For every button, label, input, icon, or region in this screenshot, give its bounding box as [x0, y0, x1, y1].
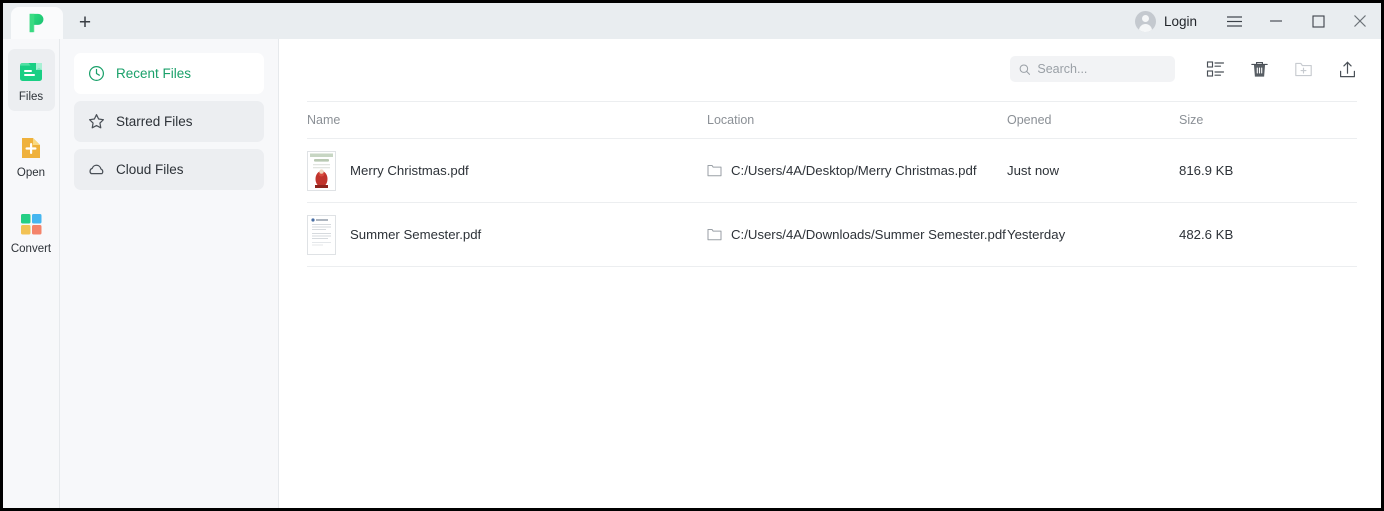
sidebar-item-label: Open [16, 166, 46, 179]
search-icon [1019, 63, 1031, 75]
app-logo-p-icon [29, 13, 44, 33]
files-icon [20, 62, 42, 81]
search-box[interactable] [1010, 56, 1175, 82]
maximize-icon[interactable] [1297, 3, 1339, 39]
tab-home[interactable] [11, 7, 63, 39]
table-header: Name Location Opened Size [307, 101, 1357, 139]
folder-icon [707, 228, 722, 241]
sidebar-item-open[interactable]: Open [8, 125, 55, 187]
nav-item-starred-files[interactable]: Starred Files [74, 101, 264, 142]
sidebar-item-files[interactable]: Files [7, 49, 55, 111]
window-controls: Login [1134, 3, 1381, 39]
nav-item-label: Recent Files [116, 66, 192, 81]
sidebar-item-label: Files [18, 90, 44, 103]
search-input[interactable] [1037, 62, 1166, 76]
column-header-location: Location [707, 113, 755, 127]
nav-item-recent-files[interactable]: Recent Files [74, 53, 264, 94]
close-icon[interactable] [1339, 3, 1381, 39]
nav-item-cloud-files[interactable]: Cloud Files [74, 149, 264, 190]
trash-icon[interactable] [1237, 49, 1281, 89]
sidebar-item-label: Convert [10, 242, 52, 255]
file-location: C:/Users/4A/Downloads/Summer Semester.pd… [731, 227, 1006, 242]
file-opened: Just now [1007, 162, 1060, 178]
list-view-icon[interactable] [1193, 49, 1237, 89]
file-location: C:/Users/4A/Desktop/Merry Christmas.pdf [731, 163, 977, 178]
content-toolbar [279, 39, 1381, 99]
folder-icon [707, 164, 722, 177]
file-name: Merry Christmas.pdf [350, 163, 469, 178]
app-window: + Login Files Open Convert Recent Files … [3, 3, 1381, 508]
login-label: Login [1163, 13, 1197, 29]
hamburger-menu-icon[interactable] [1213, 3, 1255, 39]
title-bar: + Login [3, 3, 1381, 39]
cloud-icon [89, 164, 104, 175]
login-button[interactable]: Login [1134, 10, 1197, 32]
avatar [1134, 10, 1156, 32]
nav-item-label: Cloud Files [116, 162, 184, 177]
main-content: Name Location Opened Size [279, 39, 1381, 508]
christmas-pdf-thumbnail [307, 150, 336, 191]
app-body: Files Open Convert Recent Files Starred … [3, 39, 1381, 508]
column-header-size: Size [1179, 113, 1204, 127]
tab-strip: + [3, 3, 107, 39]
table-row[interactable]: Summer Semester.pdf C:/Users/4A/Download… [307, 203, 1357, 267]
icon-rail: Files Open Convert [3, 39, 60, 508]
convert-grid-icon [21, 213, 42, 234]
upload-icon[interactable] [1325, 49, 1369, 89]
document-pdf-thumbnail [307, 214, 336, 255]
table-row[interactable]: Merry Christmas.pdf C:/Users/4A/Desktop/… [307, 139, 1357, 203]
file-size: 482.6 KB [1179, 226, 1234, 242]
star-icon [89, 114, 104, 129]
file-name: Summer Semester.pdf [350, 227, 482, 242]
open-file-plus-icon [22, 137, 40, 158]
new-tab-button[interactable]: + [63, 7, 107, 39]
minimize-icon[interactable] [1255, 3, 1297, 39]
nav-panel: Recent Files Starred Files Cloud Files [60, 39, 279, 508]
clock-icon [88, 65, 105, 82]
nav-item-label: Starred Files [116, 114, 193, 129]
new-folder-icon[interactable] [1281, 49, 1325, 89]
file-size: 816.9 KB [1179, 162, 1234, 178]
file-opened: Yesterday [1007, 226, 1066, 242]
column-header-opened: Opened [1007, 113, 1052, 127]
file-table: Name Location Opened Size Merry Christma… [279, 101, 1381, 267]
column-header-name: Name [307, 113, 341, 127]
sidebar-item-convert[interactable]: Convert [8, 201, 55, 263]
